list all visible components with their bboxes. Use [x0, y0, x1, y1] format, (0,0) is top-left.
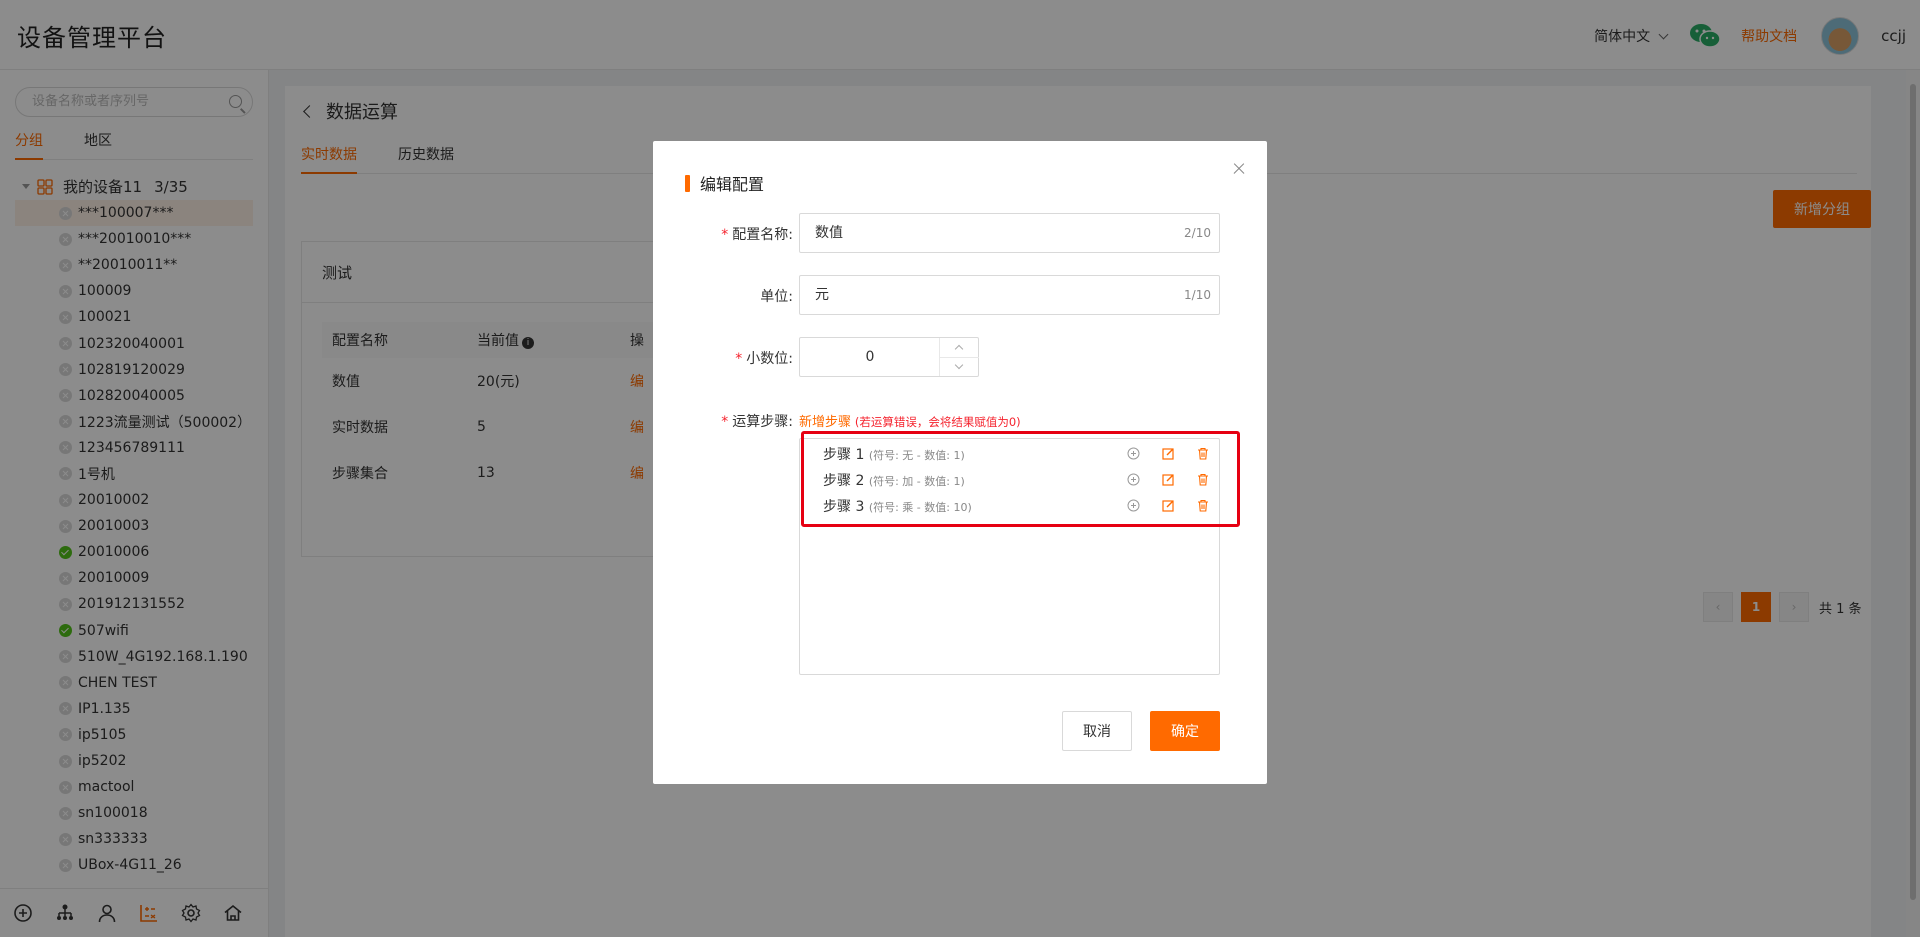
required-mark: *: [721, 414, 729, 430]
decrement-icon[interactable]: [940, 357, 979, 376]
increment-icon[interactable]: [940, 338, 979, 357]
edit-config-dialog: 编辑配置 * 配置名称: 数值 2/10 单位: 元 1/10 * 小数位: 0 *…: [653, 141, 1267, 784]
dialog-title-text: 编辑配置: [700, 175, 765, 194]
title-accent-bar: [685, 174, 690, 192]
steps-label: * 运算步骤:: [721, 411, 793, 431]
required-mark: *: [721, 227, 729, 243]
unit-label: 单位:: [760, 289, 793, 305]
steps-header: 新增步骤 (若运算错误，会将结果赋值为0): [799, 411, 1021, 430]
confirm-button[interactable]: 确定: [1150, 711, 1220, 751]
unit-input[interactable]: 元 1/10: [799, 275, 1220, 315]
required-mark: *: [735, 351, 743, 367]
highlight-box: [801, 431, 1240, 527]
unit-value: 元: [815, 287, 829, 303]
dialog-title: 编辑配置: [685, 171, 764, 195]
cancel-button[interactable]: 取消: [1062, 711, 1132, 751]
config-name-label: * 配置名称:: [721, 224, 793, 244]
char-counter: 1/10: [1184, 288, 1211, 302]
decimal-label-text: 小数位:: [746, 351, 793, 367]
stepper-controls: [939, 338, 979, 376]
decimal-value[interactable]: 0: [800, 338, 940, 376]
config-name-value: 数值: [815, 225, 843, 241]
config-name-input[interactable]: 数值 2/10: [799, 213, 1220, 253]
char-counter: 2/10: [1184, 226, 1211, 240]
steps-note: (若运算错误，会将结果赋值为0): [854, 415, 1021, 429]
decimal-label: * 小数位:: [735, 348, 793, 368]
steps-label-text: 运算步骤:: [732, 414, 793, 430]
config-name-label-text: 配置名称:: [732, 227, 793, 243]
add-step-link[interactable]: 新增步骤: [799, 415, 851, 430]
close-icon[interactable]: [1231, 161, 1247, 177]
decimal-stepper[interactable]: 0: [799, 337, 979, 377]
